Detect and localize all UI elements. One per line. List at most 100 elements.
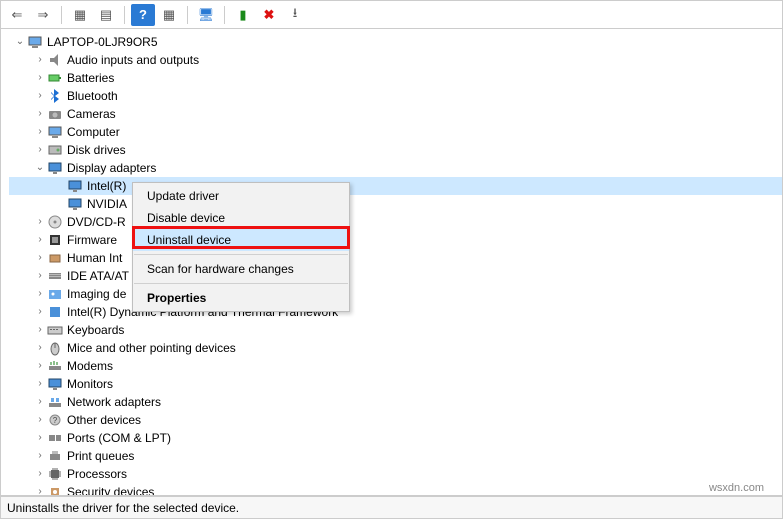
ctx-update-driver[interactable]: Update driver bbox=[133, 185, 349, 207]
tree-category[interactable]: › Intel(R) Dynamic Platform and Thermal … bbox=[9, 303, 782, 321]
tree-category[interactable]: › DVD/CD-R bbox=[9, 213, 782, 231]
category-label: Firmware bbox=[67, 231, 117, 249]
chevron-right-icon[interactable]: › bbox=[33, 285, 47, 303]
computer-icon bbox=[47, 124, 63, 140]
tree-category[interactable]: › Network adapters bbox=[9, 393, 782, 411]
tree-category[interactable]: › Monitors bbox=[9, 375, 782, 393]
chevron-right-icon[interactable]: › bbox=[33, 87, 47, 105]
tree-category[interactable]: › Keyboards bbox=[9, 321, 782, 339]
category-label: Other devices bbox=[67, 411, 141, 429]
tree-device[interactable]: · Intel(R) bbox=[9, 177, 782, 195]
ctx-separator bbox=[134, 254, 348, 255]
tree-root[interactable]: ⌄ LAPTOP-0LJR9OR5 bbox=[9, 33, 782, 51]
toolbar-separator bbox=[187, 6, 188, 24]
tree-category[interactable]: › Batteries bbox=[9, 69, 782, 87]
tree-device[interactable]: · NVIDIA bbox=[9, 195, 782, 213]
context-menu: Update driver Disable device Uninstall d… bbox=[132, 182, 350, 312]
tree-category[interactable]: › Processors bbox=[9, 465, 782, 483]
network-icon bbox=[47, 394, 63, 410]
category-label: DVD/CD-R bbox=[67, 213, 126, 231]
category-label: Network adapters bbox=[67, 393, 161, 411]
show-hidden-button[interactable]: ▦ bbox=[68, 4, 92, 26]
display-icon bbox=[67, 178, 83, 194]
tree-category[interactable]: › Computer bbox=[9, 123, 782, 141]
chevron-right-icon[interactable]: › bbox=[33, 357, 47, 375]
tree-category[interactable]: › Security devices bbox=[9, 483, 782, 495]
category-label: Disk drives bbox=[67, 141, 126, 159]
security-icon bbox=[47, 484, 63, 495]
toolbar-separator bbox=[124, 6, 125, 24]
chevron-right-icon[interactable]: › bbox=[33, 465, 47, 483]
ctx-uninstall-device[interactable]: Uninstall device bbox=[133, 229, 349, 251]
properties-button[interactable]: ▤ bbox=[94, 4, 118, 26]
tree-category[interactable]: › Audio inputs and outputs bbox=[9, 51, 782, 69]
tree-category[interactable]: ⌄ Display adapters bbox=[9, 159, 782, 177]
tree-category[interactable]: › Ports (COM & LPT) bbox=[9, 429, 782, 447]
tree-category[interactable]: › Bluetooth bbox=[9, 87, 782, 105]
chevron-right-icon[interactable]: › bbox=[33, 51, 47, 69]
chevron-right-icon[interactable]: › bbox=[33, 213, 47, 231]
tree-category[interactable]: › Imaging de bbox=[9, 285, 782, 303]
chevron-right-icon[interactable]: › bbox=[33, 231, 47, 249]
ctx-properties[interactable]: Properties bbox=[133, 287, 349, 309]
chevron-right-icon[interactable]: › bbox=[33, 393, 47, 411]
ctx-disable-device[interactable]: Disable device bbox=[133, 207, 349, 229]
category-label: IDE ATA/AT bbox=[67, 267, 129, 285]
category-label: Monitors bbox=[67, 375, 113, 393]
chevron-right-icon[interactable]: › bbox=[33, 339, 47, 357]
tree-category[interactable]: › ? Other devices bbox=[9, 411, 782, 429]
category-label: Processors bbox=[67, 465, 127, 483]
device-tree[interactable]: ⌄ LAPTOP-0LJR9OR5 › Audio inputs and out… bbox=[1, 29, 782, 495]
uninstall-button[interactable]: ✖ bbox=[257, 4, 281, 26]
chevron-right-icon[interactable]: › bbox=[33, 249, 47, 267]
chevron-right-icon[interactable]: › bbox=[33, 69, 47, 87]
category-label: Keyboards bbox=[67, 321, 124, 339]
chevron-down-icon[interactable]: ⌄ bbox=[13, 33, 27, 51]
chevron-right-icon[interactable]: › bbox=[33, 375, 47, 393]
chevron-right-icon[interactable]: › bbox=[33, 321, 47, 339]
chevron-right-icon[interactable]: › bbox=[33, 141, 47, 159]
tree-category[interactable]: › Firmware bbox=[9, 231, 782, 249]
back-button[interactable]: ⇐ bbox=[5, 4, 29, 26]
chevron-right-icon[interactable]: › bbox=[33, 267, 47, 285]
svg-text:?: ? bbox=[53, 416, 58, 425]
update-driver-button[interactable]: 🖥 bbox=[194, 4, 218, 26]
chevron-right-icon[interactable]: › bbox=[33, 483, 47, 495]
chevron-down-icon[interactable]: ⌄ bbox=[33, 159, 47, 177]
chevron-right-icon[interactable]: › bbox=[33, 447, 47, 465]
enable-button[interactable]: ▮ bbox=[231, 4, 255, 26]
category-label: Display adapters bbox=[67, 159, 156, 177]
ide-icon bbox=[47, 268, 63, 284]
tree-category[interactable]: › Modems bbox=[9, 357, 782, 375]
category-label: Security devices bbox=[67, 483, 154, 495]
chevron-right-icon[interactable]: › bbox=[33, 411, 47, 429]
tree-category[interactable]: › Mice and other pointing devices bbox=[9, 339, 782, 357]
display-icon bbox=[67, 196, 83, 212]
chevron-right-icon[interactable]: › bbox=[33, 105, 47, 123]
help-button[interactable]: ? bbox=[131, 4, 155, 26]
forward-button[interactable]: ⇒ bbox=[31, 4, 55, 26]
tree-category[interactable]: › Disk drives bbox=[9, 141, 782, 159]
bluetooth-icon bbox=[47, 88, 63, 104]
chevron-right-icon[interactable]: › bbox=[33, 429, 47, 447]
status-bar: Uninstalls the driver for the selected d… bbox=[1, 496, 782, 518]
action-dropdown-button[interactable]: ⭳ bbox=[283, 4, 307, 26]
tree-category[interactable]: › IDE ATA/AT bbox=[9, 267, 782, 285]
category-label: Modems bbox=[67, 357, 113, 375]
tree-category[interactable]: › Human Int bbox=[9, 249, 782, 267]
category-label: Ports (COM & LPT) bbox=[67, 429, 171, 447]
chevron-right-icon[interactable]: › bbox=[33, 123, 47, 141]
cpu-icon bbox=[47, 466, 63, 482]
display-icon bbox=[47, 160, 63, 176]
chevron-right-icon[interactable]: › bbox=[33, 303, 47, 321]
tree-category[interactable]: › Print queues bbox=[9, 447, 782, 465]
tree-category[interactable]: › Cameras bbox=[9, 105, 782, 123]
hid-icon bbox=[47, 250, 63, 266]
status-text: Uninstalls the driver for the selected d… bbox=[7, 501, 239, 515]
ctx-scan-hardware[interactable]: Scan for hardware changes bbox=[133, 258, 349, 280]
device-label: Intel(R) bbox=[87, 177, 126, 195]
ctx-separator bbox=[134, 283, 348, 284]
category-label: Bluetooth bbox=[67, 87, 118, 105]
scan-button[interactable]: ▦ bbox=[157, 4, 181, 26]
category-label: Audio inputs and outputs bbox=[67, 51, 199, 69]
